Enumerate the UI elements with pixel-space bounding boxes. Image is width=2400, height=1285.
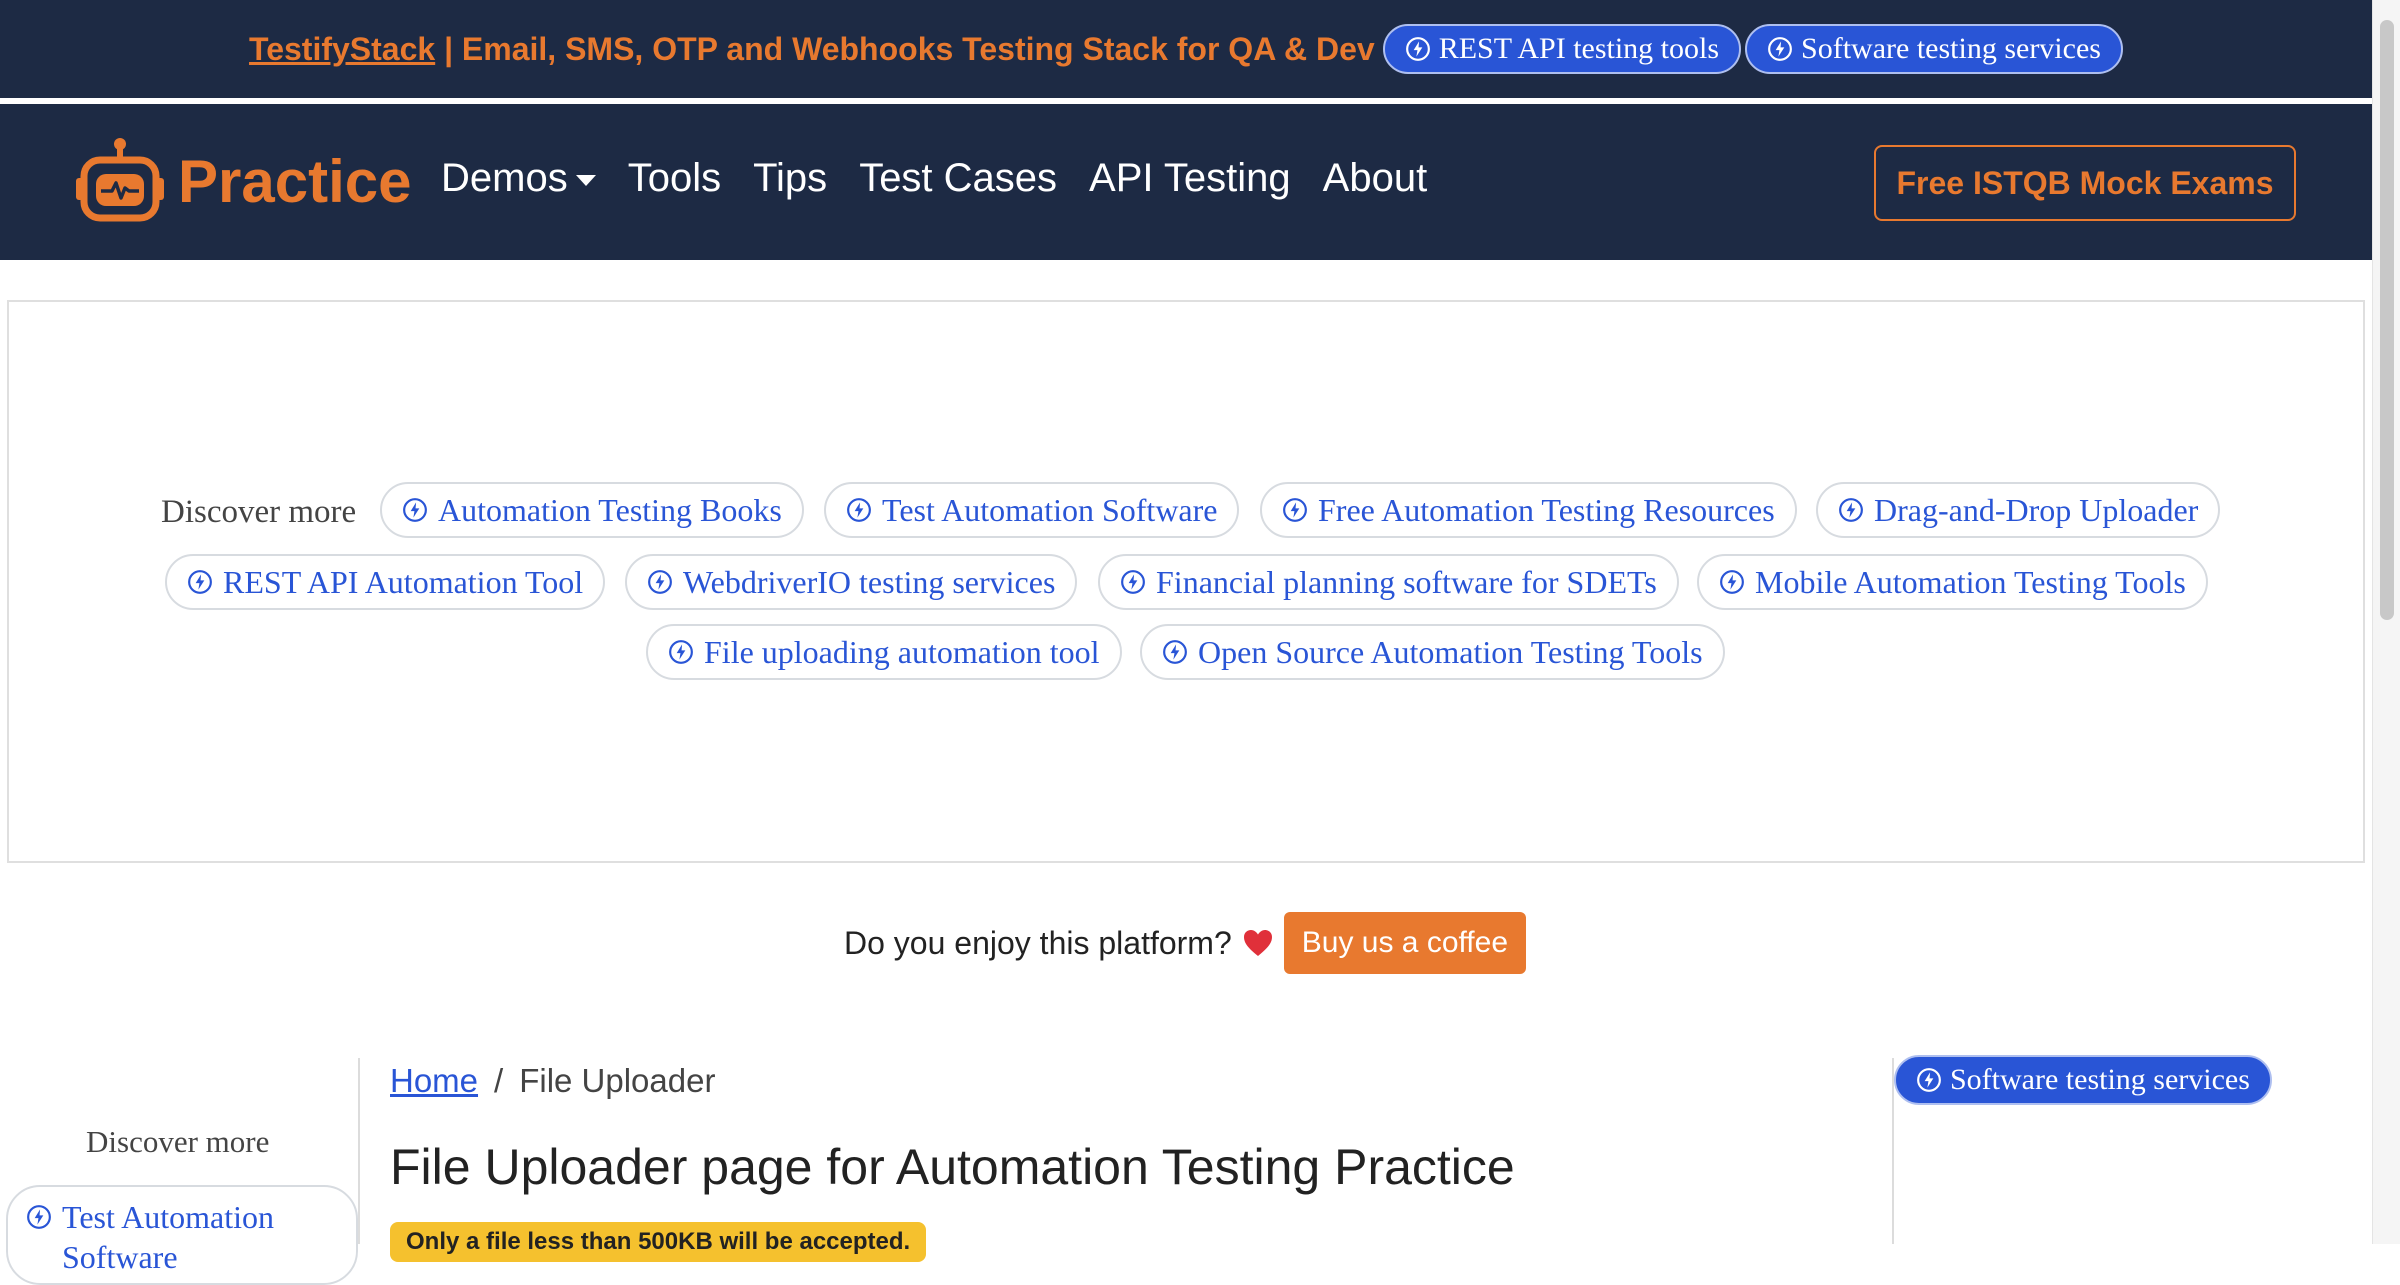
promo-bar: TestifyStack | Email, SMS, OTP and Webho… bbox=[0, 0, 2372, 101]
nav-tips[interactable]: Tips bbox=[753, 156, 827, 201]
bolt-circle-icon bbox=[403, 498, 427, 522]
nav-links: Demos Tools Tips Test Cases API Testing … bbox=[441, 156, 1427, 201]
rest-api-tools-pill[interactable]: REST API testing tools bbox=[1382, 24, 1742, 74]
discover-chip-label: File uploading automation tool bbox=[704, 633, 1100, 670]
discover-chip[interactable]: Automation Testing Books bbox=[380, 482, 804, 538]
discover-chip[interactable]: Free Automation Testing Resources bbox=[1260, 482, 1797, 538]
promo-tagline: | Email, SMS, OTP and Webhooks Testing S… bbox=[435, 30, 1375, 67]
bolt-circle-icon bbox=[1163, 640, 1187, 664]
bolt-circle-icon bbox=[1839, 498, 1863, 522]
bolt-circle-icon bbox=[669, 640, 693, 664]
discover-chip[interactable]: Financial planning software for SDETs bbox=[1098, 554, 1679, 610]
discover-chip[interactable]: WebdriverIO testing services bbox=[625, 554, 1078, 610]
discover-chip-label: Drag-and-Drop Uploader bbox=[1874, 491, 2199, 528]
sidebar-divider bbox=[358, 1058, 360, 1244]
discover-chip[interactable]: Open Source Automation Testing Tools bbox=[1140, 624, 1725, 680]
bolt-circle-icon bbox=[847, 498, 871, 522]
breadcrumb: Home / File Uploader bbox=[390, 1062, 715, 1100]
sidebar-discover-label: Discover more bbox=[86, 1124, 270, 1159]
discover-chip[interactable]: Drag-and-Drop Uploader bbox=[1816, 482, 2221, 538]
page-scrollbar[interactable] bbox=[2372, 0, 2400, 1244]
support-question: Do you enjoy this platform? bbox=[844, 924, 1232, 961]
site-logo[interactable]: Practice bbox=[74, 136, 412, 226]
nav-demos-dropdown[interactable]: Demos bbox=[441, 156, 596, 201]
bolt-circle-icon bbox=[1917, 1068, 1941, 1092]
nav-about[interactable]: About bbox=[1323, 156, 1428, 201]
bolt-circle-icon bbox=[1283, 498, 1307, 522]
discover-more-box: Discover more Automation Testing Books T… bbox=[7, 300, 2365, 863]
bolt-circle-icon bbox=[648, 570, 672, 594]
bolt-circle-icon bbox=[1405, 37, 1430, 61]
breadcrumb-separator: / bbox=[494, 1062, 504, 1099]
breadcrumb-current: File Uploader bbox=[519, 1062, 716, 1099]
bolt-circle-icon bbox=[1720, 570, 1744, 594]
caret-down-icon bbox=[575, 174, 596, 186]
nav-tools[interactable]: Tools bbox=[628, 156, 721, 201]
discover-chip-label: Free Automation Testing Resources bbox=[1318, 491, 1775, 528]
discover-more-label: Discover more bbox=[161, 494, 357, 530]
bolt-circle-icon bbox=[1121, 570, 1145, 594]
heart-icon bbox=[1243, 930, 1272, 956]
scrollbar-thumb[interactable] bbox=[2380, 20, 2394, 620]
right-pill-label: Software testing services bbox=[1950, 1063, 2250, 1096]
discover-chip[interactable]: Test Automation Software bbox=[824, 482, 1240, 538]
support-row: Do you enjoy this platform? Buy us a cof… bbox=[844, 912, 1526, 974]
promo-text: TestifyStack | Email, SMS, OTP and Webho… bbox=[249, 31, 1375, 68]
sidebar-discover-chip[interactable]: Test Automation Software bbox=[6, 1185, 358, 1285]
discover-chip-label: WebdriverIO testing services bbox=[683, 563, 1056, 600]
logo-text: Practice bbox=[178, 147, 412, 215]
right-panel-divider bbox=[1892, 1058, 1894, 1244]
software-testing-services-label: Software testing services bbox=[1801, 32, 2101, 65]
discover-chip[interactable]: File uploading automation tool bbox=[646, 624, 1122, 680]
nav-test-cases[interactable]: Test Cases bbox=[859, 156, 1057, 201]
discover-chip[interactable]: REST API Automation Tool bbox=[165, 554, 606, 610]
right-software-testing-services-pill[interactable]: Software testing services bbox=[1894, 1055, 2272, 1105]
bolt-circle-icon bbox=[188, 570, 212, 594]
page-title: File Uploader page for Automation Testin… bbox=[390, 1139, 1515, 1195]
sidebar-chip-label: Test Automation Software bbox=[62, 1199, 274, 1275]
testifystack-link[interactable]: TestifyStack bbox=[249, 31, 435, 67]
buy-coffee-button[interactable]: Buy us a coffee bbox=[1283, 912, 1526, 974]
nav-demos-label: Demos bbox=[441, 156, 568, 200]
bolt-circle-icon bbox=[1768, 37, 1792, 61]
rest-api-tools-label: REST API testing tools bbox=[1438, 32, 1720, 65]
discover-chip-label: REST API Automation Tool bbox=[223, 563, 584, 600]
istqb-mock-exams-button[interactable]: Free ISTQB Mock Exams bbox=[1874, 145, 2296, 221]
software-testing-services-pill[interactable]: Software testing services bbox=[1745, 24, 2123, 74]
nav-api-testing[interactable]: API Testing bbox=[1089, 156, 1291, 201]
breadcrumb-home-link[interactable]: Home bbox=[390, 1062, 478, 1100]
discover-chip[interactable]: Mobile Automation Testing Tools bbox=[1697, 554, 2208, 610]
robot-icon bbox=[76, 138, 164, 222]
discover-chip-label: Test Automation Software bbox=[882, 491, 1218, 528]
discover-chip-label: Open Source Automation Testing Tools bbox=[1198, 633, 1703, 670]
discover-chip-label: Automation Testing Books bbox=[438, 491, 782, 528]
discover-chip-label: Financial planning software for SDETs bbox=[1156, 563, 1657, 600]
file-size-badge: Only a file less than 500KB will be acce… bbox=[390, 1222, 927, 1262]
discover-chip-label: Mobile Automation Testing Tools bbox=[1755, 563, 2186, 600]
main-navbar: Practice Demos Tools Tips Test Cases API… bbox=[0, 104, 2372, 260]
bolt-circle-icon bbox=[27, 1205, 51, 1229]
